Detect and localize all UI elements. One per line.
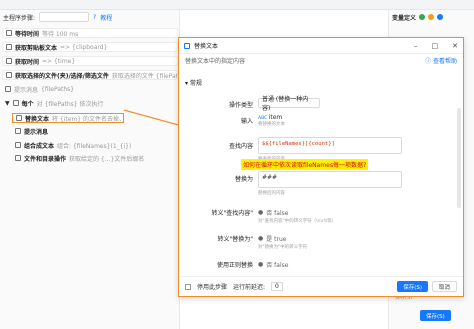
toggle-dot-icon: ● [258,235,264,242]
dialog-footer: 停用此步骤 运行前延迟: 0 保存(S) 取消 [179,276,463,296]
section-general[interactable]: ▾ 常规 [185,78,202,87]
escape-find-hint: 对"查找内容"中的转义字符（\n\r\t等） [258,219,337,224]
escape-find-value: 否 false [266,210,289,217]
scrollbar[interactable] [457,108,461,208]
dialog-subtitle: 替换文本中的指定内容 [185,57,246,65]
dialog-titlebar: 替换文本 – □ ✕ [179,38,463,54]
op-type-select[interactable]: 普通 (替换一种内容) [258,96,320,112]
delay-label: 运行前延迟: [233,284,266,291]
regex-value: 否 false [266,262,289,269]
toggle-dot-icon: ● [258,261,264,268]
regex-toggle[interactable]: ● 否 false [258,260,288,269]
annotation-tip: 如何在循环中依次读取fileNames每一项数据? [241,159,369,170]
save-button[interactable]: 保存(S) [397,281,428,292]
delay-input[interactable]: 0 [271,282,283,291]
input-value: item [268,114,283,121]
regex-label: 使用正则替换 [216,262,253,269]
input-hint: 要替换的文本 [258,122,285,127]
cancel-button[interactable]: 取消 [431,281,457,292]
escape-find-toggle[interactable]: ● 否 false [258,208,288,217]
replace-hint: 替换后的内容 [258,191,285,196]
help-icon: ⓘ [425,57,433,65]
maximize-icon[interactable]: □ [432,42,439,50]
replace-icon [184,42,190,49]
dialog-title: 替换文本 [194,43,219,50]
escape-replace-label: 转义"替换为" [217,236,253,243]
replace-label: 替换为 [234,176,253,183]
minimize-icon[interactable]: – [414,42,418,50]
replace-input[interactable]: ### [258,171,402,188]
find-label: 查找内容 [228,143,253,150]
escape-replace-value: 是 true [266,236,287,243]
replace-value: ### [262,174,278,181]
find-value: $${fileNames}[{count}] [262,141,335,147]
close-icon[interactable]: ✕ [452,42,458,50]
op-type-value: 普通 (替换一种内容) [262,96,309,112]
main-save-button[interactable]: 保存(S) [420,310,451,321]
find-input[interactable]: $${fileNames}[{count}] [258,137,402,154]
escape-find-label: 转义"查找内容" [211,210,253,217]
escape-replace-toggle[interactable]: ● 是 true [258,234,286,243]
disable-label: 停用此步骤 [197,284,228,291]
toggle-dot-icon: ● [258,209,264,216]
input-field[interactable]: ABC item 要替换的文本 [258,114,285,127]
op-type-label: 操作类型 [228,102,253,109]
escape-replace-hint: 对"替换为"中的转义字符 [258,245,308,250]
section-title: 常规 [189,80,202,87]
help-label: 查看帮助 [432,57,457,65]
help-link[interactable]: ⓘ 查看帮助 [425,56,457,65]
disable-checkbox[interactable] [185,283,191,290]
dialog-subtitle-row: 替换文本中的指定内容 ⓘ 查看帮助 [179,54,463,66]
input-label: 输入 [240,118,253,125]
